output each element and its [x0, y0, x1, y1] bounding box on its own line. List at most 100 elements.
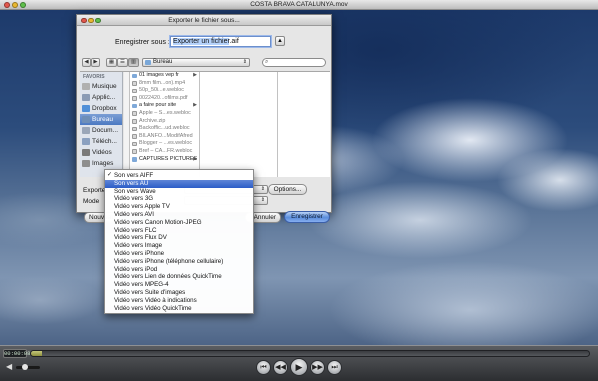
player-titlebar: COSTA BRAVA CATALUNYA.mov: [0, 0, 598, 10]
menu-item-label: Vidéo vers iPhone: [114, 249, 165, 257]
applications-icon: [82, 94, 90, 101]
sheet-title: Exporter le fichier sous...: [168, 17, 240, 24]
sidebar-item[interactable]: Images: [80, 158, 122, 169]
file-row[interactable]: Backoffic...ud.webloc: [130, 125, 199, 133]
sheet-titlebar: Exporter le fichier sous...: [77, 15, 331, 26]
file-name: Bref – CA...FR.webloc: [139, 147, 193, 154]
browser-column-empty[interactable]: [200, 72, 278, 177]
sidebar-item[interactable]: Dropbox: [80, 103, 122, 114]
menu-item-label: Vidéo vers 3G: [114, 195, 154, 203]
menu-item[interactable]: Vidéo vers iPhone (téléphone cellulaire): [105, 258, 253, 266]
menu-item[interactable]: Vidéo vers Lien de données QuickTime: [105, 273, 253, 281]
menu-item[interactable]: Vidéo vers AVI: [105, 211, 253, 219]
document-icon: [132, 126, 137, 132]
menu-item-label: Vidéo vers Suite d'images: [114, 288, 186, 296]
menu-item[interactable]: Vidéo vers Apple TV: [105, 203, 253, 211]
rewind-button[interactable]: ◀◀: [273, 360, 288, 375]
menu-item[interactable]: Vidéo vers Canon Motion-JPEG: [105, 219, 253, 227]
file-row[interactable]: 8mm film...on).mp4: [130, 80, 199, 88]
skip-back-button[interactable]: ⏮: [256, 360, 271, 375]
menu-item-label: Vidéo vers Flux DV: [114, 234, 167, 242]
menu-item[interactable]: Son vers Wave: [105, 188, 253, 196]
menu-item[interactable]: Vidéo vers iPhone: [105, 250, 253, 258]
save-button[interactable]: Enregistrer: [284, 211, 330, 223]
sidebar-item[interactable]: Musique: [80, 81, 122, 92]
sidebar-item[interactable]: Applic...: [80, 92, 122, 103]
music-note-icon: [82, 83, 90, 90]
menu-item[interactable]: Vidéo vers Vidéo QuickTime: [105, 305, 253, 313]
menu-item[interactable]: Vidéo vers Vidéo à indications: [105, 297, 253, 305]
play-button[interactable]: ▶: [290, 358, 308, 376]
expand-sheet-button[interactable]: ▲: [275, 36, 285, 46]
file-name: Apple – S...es.webloc: [139, 109, 191, 116]
file-row[interactable]: Bref – CA...FR.webloc: [130, 148, 199, 156]
sidebar-item[interactable]: Vidéos: [80, 147, 122, 158]
dropbox-icon: [82, 105, 90, 112]
sidebar-item[interactable]: Téléch...: [80, 136, 122, 147]
menu-item-label: Vidéo vers Vidéo à indications: [114, 296, 197, 304]
document-icon: [132, 149, 137, 154]
browser-column-preview[interactable]: [278, 72, 330, 177]
menu-item[interactable]: Vidéo vers Suite d'images: [105, 289, 253, 297]
file-row[interactable]: 01 images vep fr ▶: [130, 72, 199, 80]
file-name: a faire pour site: [139, 102, 177, 109]
menu-item[interactable]: Son vers AU: [105, 179, 253, 188]
save-as-label: Enregistrer sous :: [115, 39, 170, 46]
menu-item-label: Vidéo vers iPod: [114, 265, 158, 273]
folder-icon: [132, 73, 137, 78]
volume-knob[interactable]: [22, 364, 28, 370]
menu-item[interactable]: Vidéo vers Flux DV: [105, 234, 253, 242]
file-row[interactable]: Archive.zip: [130, 118, 199, 126]
pictures-icon: [82, 160, 90, 167]
location-select[interactable]: Bureau ⇕: [142, 58, 250, 67]
volume-slider[interactable]: [16, 366, 40, 369]
back-arrow-icon: ◀: [84, 59, 89, 65]
document-icon: [132, 134, 137, 139]
skip-forward-icon: ⏭: [331, 364, 338, 371]
column-view-icon: ▥: [130, 59, 137, 65]
timeline-scrubber[interactable]: [30, 350, 590, 357]
menu-item[interactable]: Vidéo vers 3G: [105, 195, 253, 203]
menu-item[interactable]: Vidéo vers MPEG-4: [105, 281, 253, 289]
menu-item[interactable]: Vidéo vers FLC: [105, 227, 253, 235]
browser-toolbar: ◀ ▶ ▦ ☰ ▥ Bureau ⇕ ⌕: [82, 58, 328, 68]
icon-view-button[interactable]: ▦: [106, 58, 117, 67]
fast-forward-button[interactable]: ▶▶: [310, 360, 325, 375]
location-label: Bureau: [153, 59, 173, 65]
document-icon: [132, 111, 137, 116]
file-row[interactable]: 50p_50i...e.webloc: [130, 87, 199, 95]
sidebar-item-label: Dropbox: [92, 105, 117, 112]
menu-item-label: Vidéo vers MPEG-4: [114, 281, 169, 289]
file-row[interactable]: 0022420...ofilms.pdf: [130, 95, 199, 103]
browser-column-files[interactable]: 01 images vep fr ▶ 8mm film...on).mp4 50p_5…: [130, 72, 200, 177]
skip-forward-button[interactable]: ⏭: [327, 360, 342, 375]
list-view-button[interactable]: ☰: [117, 58, 128, 67]
menu-item[interactable]: Vidéo vers Image: [105, 242, 253, 250]
column-view-button[interactable]: ▥: [128, 58, 139, 67]
sidebar-item-label: Docum...: [92, 127, 119, 134]
search-icon: ⌕: [265, 59, 269, 65]
forward-button[interactable]: ▶: [91, 58, 100, 67]
menu-item-label: Son vers AIFF: [114, 172, 154, 179]
file-row[interactable]: a faire pour site ▶: [130, 102, 199, 110]
search-input[interactable]: ⌕: [262, 58, 326, 67]
file-name: 01 images vep fr: [139, 72, 179, 78]
file-name: CAPTURES PICTURES: [139, 155, 198, 162]
file-row[interactable]: CAPTURES PICTURES ▶: [130, 156, 199, 164]
file-row[interactable]: BILANFO...ModifAfred: [130, 133, 199, 141]
document-icon: [132, 119, 137, 124]
disclosure-arrow-icon: ▶: [193, 102, 197, 109]
filename-field[interactable]: Exporter un fichier.aif: [170, 36, 271, 47]
sidebar-item[interactable]: Docum...: [80, 125, 122, 136]
filename-suffix: .aif: [229, 38, 239, 45]
checkmark-icon: ✓: [107, 172, 113, 178]
back-button[interactable]: ◀: [82, 58, 91, 67]
sidebar-item[interactable]: Bureau: [80, 114, 122, 125]
menu-item[interactable]: Vidéo vers iPod: [105, 266, 253, 274]
file-row[interactable]: Blogger – ...es.webloc: [130, 140, 199, 148]
options-button[interactable]: Options...: [268, 184, 307, 195]
file-row[interactable]: Apple – S...es.webloc: [130, 110, 199, 118]
menu-item[interactable]: ✓ Son vers AIFF: [105, 172, 253, 180]
playback-controls: 00:00:08 ◀ ⏮ ◀◀ ▶ ▶▶ ⏭: [0, 345, 598, 381]
sidebar-item-label: Vidéos: [92, 149, 112, 156]
